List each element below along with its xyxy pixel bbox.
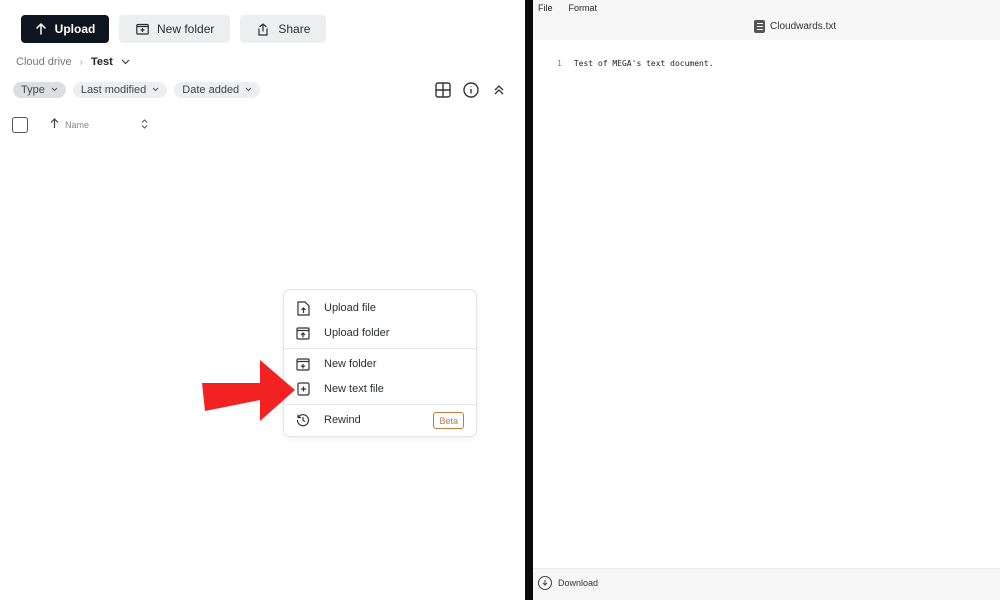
- text-editor-pane: File Format Cloudwards.txt 1 Test of MEG…: [533, 0, 1000, 600]
- menu-new-text-file-label: New text file: [324, 383, 384, 395]
- menu-divider: [284, 404, 476, 405]
- menu-new-text-file[interactable]: New text file: [284, 377, 476, 401]
- filter-chips: Type Last modified Date added: [13, 82, 261, 98]
- menu-format[interactable]: Format: [569, 3, 598, 13]
- info-icon[interactable]: [462, 81, 480, 99]
- editor-area[interactable]: 1 Test of MEGA's text document.: [533, 40, 1000, 568]
- share-button[interactable]: Share: [240, 15, 327, 43]
- menu-file[interactable]: File: [538, 3, 553, 13]
- toolbar: Upload New folder Share: [21, 15, 327, 43]
- chevron-down-icon: [245, 87, 252, 94]
- red-arrow-annotation: [202, 360, 295, 421]
- filter-date-added-label: Date added: [182, 84, 240, 96]
- chevron-down-icon: [51, 87, 58, 94]
- list-header: Name: [12, 117, 148, 133]
- chevron-down-icon[interactable]: [121, 57, 130, 67]
- download-label: Download: [558, 578, 599, 588]
- menu-new-folder[interactable]: New folder: [284, 352, 476, 376]
- share-icon: [256, 22, 270, 36]
- menu-divider: [284, 348, 476, 349]
- arrow-up-icon: [35, 22, 47, 36]
- line-content[interactable]: Test of MEGA's text document.: [574, 59, 714, 68]
- pane-divider: [525, 0, 533, 600]
- upload-label: Upload: [54, 22, 96, 36]
- menu-upload-file-label: Upload file: [324, 302, 376, 314]
- select-all-checkbox[interactable]: [12, 117, 28, 133]
- new-folder-button[interactable]: New folder: [119, 15, 231, 43]
- file-plus-icon: [296, 382, 310, 396]
- filter-last-modified[interactable]: Last modified: [72, 82, 168, 98]
- download-button[interactable]: Download: [538, 576, 598, 590]
- folder-plus-icon: [135, 22, 149, 36]
- folder-upload-icon: [296, 326, 310, 340]
- cloud-drive-pane: Upload New folder Share Cloud drive › Te…: [0, 0, 525, 600]
- menu-rewind-label: Rewind: [324, 414, 361, 426]
- menu-new-folder-label: New folder: [324, 358, 377, 370]
- folder-plus-icon: [296, 357, 310, 371]
- menu-rewind[interactable]: Rewind Beta: [284, 408, 476, 432]
- document-icon: [754, 20, 765, 33]
- context-menu: Upload file Upload folder New folder New…: [283, 289, 477, 437]
- sort-arrow-up-icon[interactable]: [50, 118, 59, 132]
- editor-titlebar: File Format Cloudwards.txt: [533, 0, 1000, 40]
- filter-last-modified-label: Last modified: [80, 84, 147, 96]
- breadcrumb: Cloud drive › Test: [16, 56, 130, 68]
- new-folder-label: New folder: [157, 22, 215, 36]
- breadcrumb-current[interactable]: Test: [91, 56, 113, 68]
- file-upload-icon: [296, 300, 310, 316]
- line-number: 1: [557, 59, 562, 68]
- document-title: Cloudwards.txt: [754, 20, 836, 33]
- upload-button[interactable]: Upload: [21, 15, 109, 43]
- sort-toggle-icon[interactable]: [141, 119, 148, 131]
- menu-upload-folder[interactable]: Upload folder: [284, 321, 476, 345]
- collapse-icon[interactable]: [490, 81, 508, 99]
- share-label: Share: [278, 22, 311, 36]
- name-column-header[interactable]: Name: [65, 120, 89, 130]
- grid-view-icon[interactable]: [434, 81, 452, 99]
- chevron-down-icon: [152, 87, 159, 94]
- menu-upload-folder-label: Upload folder: [324, 327, 390, 339]
- breadcrumb-root[interactable]: Cloud drive: [16, 56, 72, 68]
- rewind-history-icon: [296, 413, 310, 427]
- filter-type[interactable]: Type: [13, 82, 66, 98]
- filter-type-label: Type: [21, 84, 45, 96]
- editor-menubar: File Format: [538, 3, 597, 13]
- breadcrumb-separator: ›: [79, 56, 83, 68]
- editor-line: 1 Test of MEGA's text document.: [557, 59, 714, 68]
- filter-date-added[interactable]: Date added: [174, 82, 261, 98]
- view-controls: [434, 81, 508, 99]
- menu-upload-file[interactable]: Upload file: [284, 296, 476, 320]
- download-icon: [538, 576, 552, 590]
- beta-badge: Beta: [433, 412, 464, 429]
- editor-footer: Download: [533, 568, 1000, 600]
- document-title-text: Cloudwards.txt: [770, 21, 837, 32]
